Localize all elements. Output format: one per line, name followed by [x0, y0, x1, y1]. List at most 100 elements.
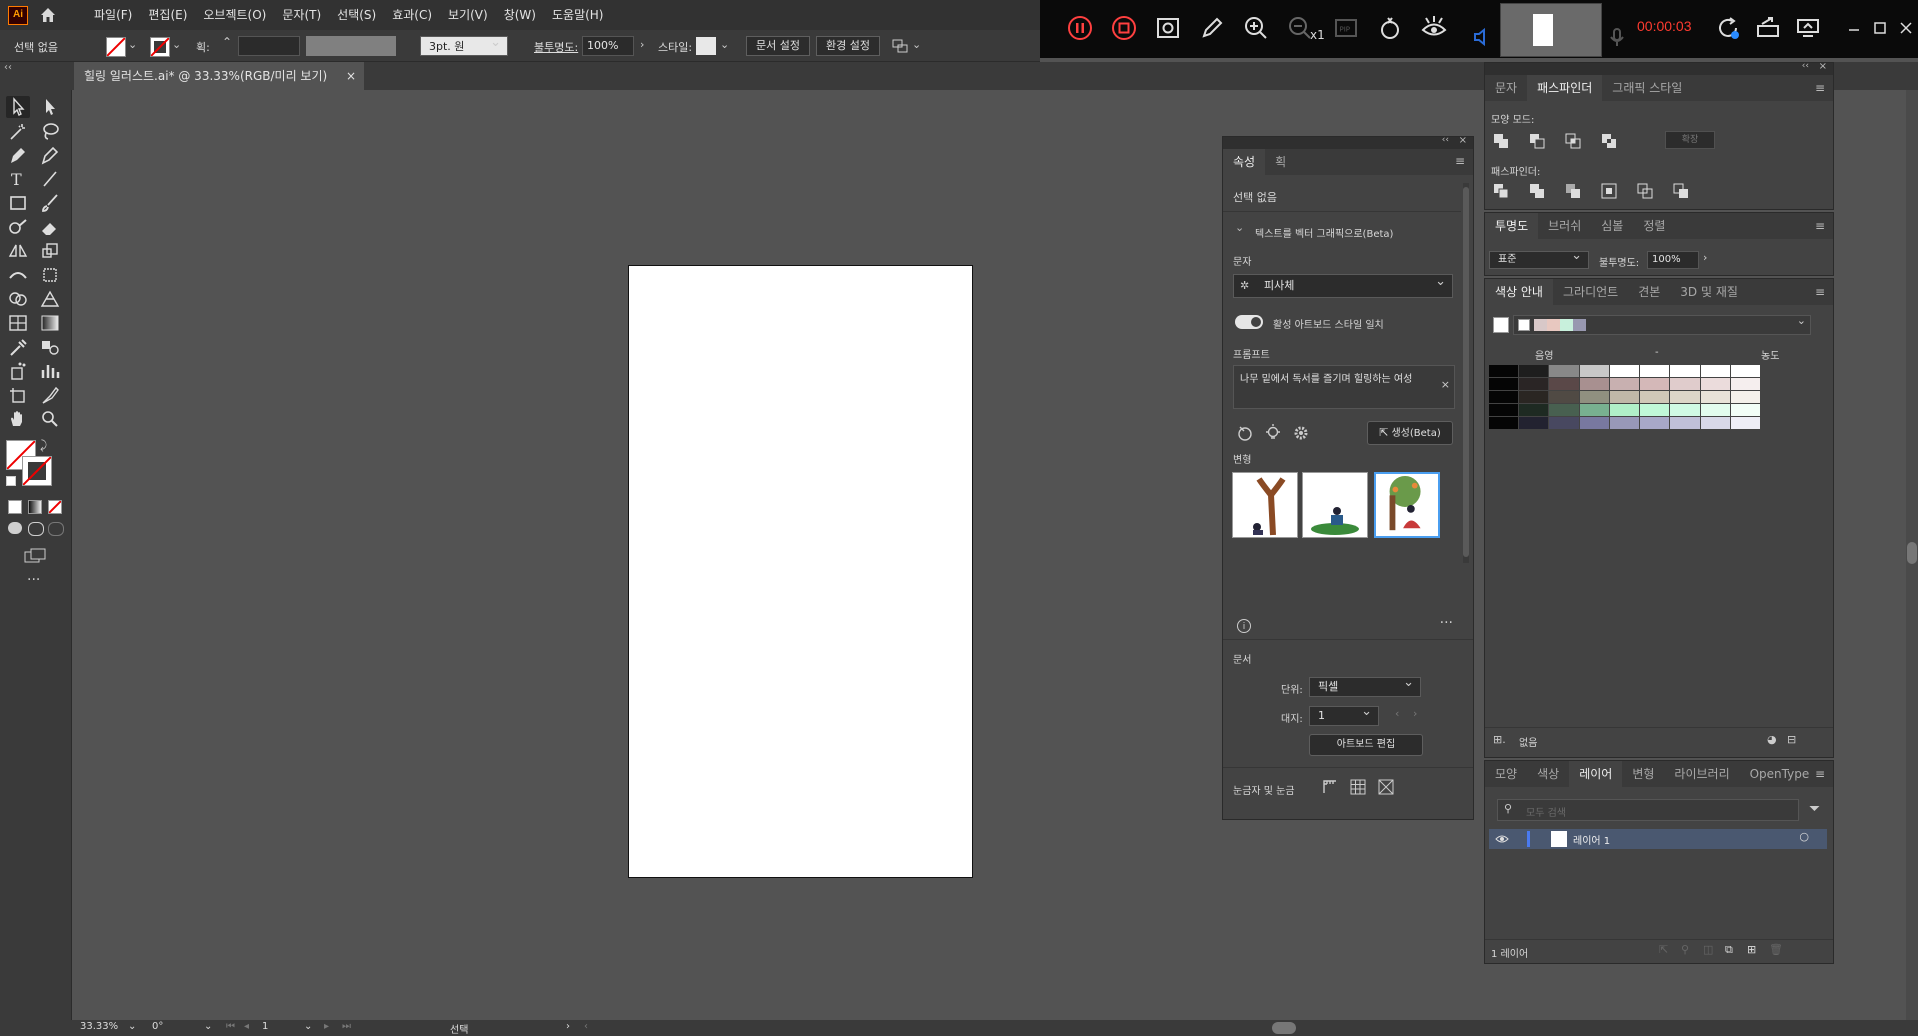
color-swatch[interactable] [1640, 391, 1671, 403]
stepper-icon[interactable]: ⌃ [222, 35, 232, 49]
panel-menu-icon[interactable]: ≡ [1815, 767, 1825, 781]
swap-fill-stroke-icon[interactable]: ⤸ [40, 438, 47, 453]
default-fill-stroke-icon[interactable] [6, 476, 16, 486]
free-transform-tool-icon[interactable] [38, 264, 62, 286]
refresh-icon[interactable] [1714, 14, 1742, 42]
collapse-panel-icon[interactable]: ‹‹ [1442, 135, 1449, 145]
swatch-library-icon[interactable]: ⊞. [1493, 733, 1506, 746]
tab-align[interactable]: 정렬 [1633, 213, 1675, 239]
stroke-color-swatch[interactable] [150, 37, 170, 57]
color-swatch[interactable] [1549, 365, 1580, 377]
horizontal-scroll-thumb[interactable] [1272, 1022, 1296, 1034]
make-clipping-mask-icon[interactable]: ◫ [1703, 943, 1713, 956]
stop-icon[interactable] [1110, 14, 1138, 42]
eraser-tool-icon[interactable] [38, 216, 62, 238]
text-to-vector-heading[interactable]: 텍스트를 벡터 그래픽으로(Beta) [1255, 225, 1393, 240]
color-swatch[interactable] [1670, 417, 1701, 429]
artboard-number[interactable]: 1 [262, 1021, 268, 1032]
opacity-label[interactable]: 불투명도: [534, 39, 578, 55]
graphic-style-swatch[interactable] [696, 37, 716, 55]
tab-graphic-styles[interactable]: 그래픽 스타일 [1602, 75, 1692, 101]
monitor-icon[interactable] [1794, 14, 1822, 42]
shape-builder-tool-icon[interactable] [6, 288, 30, 310]
prev-artboard-icon[interactable]: ◂ [244, 1021, 249, 1032]
edit-toolbar-icon[interactable]: ··· [27, 572, 40, 588]
layer-row[interactable]: 레이어 1 ○ [1489, 829, 1827, 849]
color-swatch[interactable] [1489, 378, 1520, 390]
tab-3d-materials[interactable]: 3D 및 재질 [1670, 279, 1748, 305]
chevron-down-icon[interactable]: ⌄ [720, 38, 729, 51]
color-swatch[interactable] [1519, 378, 1550, 390]
width-tool-icon[interactable] [6, 264, 30, 286]
symbol-sprayer-tool-icon[interactable] [6, 360, 30, 382]
perspective-grid-tool-icon[interactable] [38, 288, 62, 310]
scale-tool-icon[interactable] [38, 240, 62, 262]
chevron-down-icon[interactable]: ⌄ [912, 38, 921, 51]
color-swatch[interactable] [1549, 417, 1580, 429]
harmony-color-swatch[interactable] [1573, 319, 1586, 331]
color-swatch[interactable] [1579, 365, 1610, 377]
type-tool-icon[interactable]: T [6, 168, 30, 190]
edit-colors-icon[interactable]: ◕ [1767, 733, 1777, 746]
locate-object-icon[interactable]: ⚲ [1681, 943, 1689, 956]
home-icon[interactable] [38, 5, 58, 25]
delete-layer-icon[interactable]: 🗑 [1769, 943, 1783, 956]
ruler-icon[interactable] [1321, 778, 1339, 796]
intersect-icon[interactable] [1565, 133, 1581, 149]
chevron-down-icon[interactable]: ⌄ [172, 38, 181, 51]
pip-icon[interactable]: PIP [1332, 14, 1360, 42]
export-icon[interactable]: ⇱ [1659, 943, 1668, 956]
harmony-rules-dropdown[interactable]: ⌄ [1513, 314, 1811, 335]
color-swatch[interactable] [1700, 365, 1731, 377]
maximize-icon[interactable] [1866, 14, 1894, 42]
blend-mode-dropdown[interactable]: 표준 [1489, 248, 1589, 269]
exclude-icon[interactable] [1601, 133, 1617, 149]
sample-style-icon[interactable] [1235, 423, 1255, 443]
stroke-swatch[interactable] [22, 456, 52, 486]
column-graph-tool-icon[interactable] [38, 360, 62, 382]
chevron-down-icon[interactable]: ⌄ [304, 1021, 312, 1032]
brush-style-dropdown[interactable]: 3pt. 원 [420, 33, 508, 56]
collapse-toolbar-icon[interactable]: ‹‹ [4, 62, 12, 73]
color-swatch[interactable] [1489, 391, 1520, 403]
fill-color-swatch[interactable] [106, 37, 126, 57]
menu-effect[interactable]: 효과(C) [384, 0, 440, 30]
color-swatch[interactable] [1640, 378, 1671, 390]
panel-scrollbar[interactable] [1463, 183, 1469, 563]
harmony-color-swatch[interactable] [1518, 319, 1530, 331]
tab-stroke[interactable]: 획 [1265, 149, 1296, 175]
touch-icon[interactable] [1376, 14, 1404, 42]
color-swatch[interactable] [1670, 404, 1701, 416]
color-swatch[interactable] [1519, 391, 1550, 403]
color-swatch[interactable] [1579, 378, 1610, 390]
color-swatch[interactable] [1670, 365, 1701, 377]
tab-pathfinder[interactable]: 패스파인더 [1527, 75, 1603, 101]
stroke-weight-input[interactable] [238, 36, 300, 56]
last-artboard-icon[interactable]: ⏭ [342, 1021, 351, 1032]
close-panel-icon[interactable]: × [1459, 135, 1467, 146]
color-swatch[interactable] [1730, 404, 1761, 416]
document-tab[interactable]: 힐링 일러스트.ai* @ 33.33%(RGB/미리 보기) × [74, 62, 364, 90]
shaper-tool-icon[interactable] [6, 216, 30, 238]
save-to-swatches-icon[interactable]: ⊟ [1787, 733, 1796, 746]
edit-artboards-button[interactable]: 아트보드 편집 [1309, 734, 1423, 756]
mic-icon[interactable] [1606, 26, 1628, 48]
pen-icon[interactable] [1198, 14, 1226, 42]
tab-swatches[interactable]: 견본 [1628, 279, 1670, 305]
recording-preview-thumbnail[interactable] [1500, 3, 1602, 57]
close-tab-icon[interactable]: × [346, 62, 356, 90]
minus-front-icon[interactable] [1529, 133, 1545, 149]
color-swatch[interactable] [1519, 417, 1550, 429]
menu-window[interactable]: 창(W) [496, 0, 544, 30]
crop-icon[interactable] [1601, 183, 1617, 199]
color-swatch[interactable] [1700, 391, 1731, 403]
tab-transparency[interactable]: 투명도 [1485, 213, 1539, 239]
menu-help[interactable]: 도움말(H) [544, 0, 612, 30]
preferences-button[interactable]: 환경 설정 [816, 36, 880, 56]
chevron-right-icon[interactable]: › [640, 38, 644, 51]
pen-tool-icon[interactable] [6, 144, 30, 166]
arrange-documents-icon[interactable] [890, 36, 910, 56]
menu-select[interactable]: 선택(S) [329, 0, 384, 30]
close-icon[interactable] [1892, 14, 1918, 42]
line-tool-icon[interactable] [38, 168, 62, 190]
